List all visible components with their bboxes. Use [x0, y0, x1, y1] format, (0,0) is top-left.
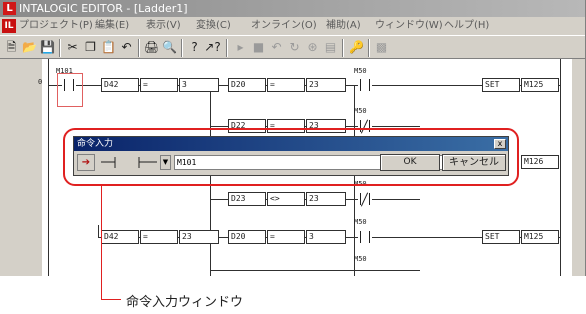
menu-auxiliary[interactable]: 補助(A) [326, 17, 361, 35]
menu-convert[interactable]: 変換(C) [196, 17, 231, 35]
screenshot: L INTALOGIC EDITOR - [Ladder1] IL プロジェクト… [0, 0, 586, 314]
compare-cell[interactable]: 3 [179, 78, 219, 92]
contact-label: M50 [354, 67, 367, 75]
compare-cell[interactable]: D23 [228, 192, 266, 206]
highlight-outline [63, 128, 519, 186]
compare-cell[interactable]: = [140, 78, 178, 92]
compare-cell[interactable]: D20 [228, 78, 266, 92]
compare-cell[interactable]: 23 [179, 230, 219, 244]
undo-icon[interactable]: ↶ [118, 39, 135, 56]
no-contact-icon[interactable] [358, 231, 372, 243]
callout-line [101, 299, 121, 300]
coil-device[interactable]: M125 [521, 78, 559, 92]
cut-icon[interactable]: ✂ [64, 39, 81, 56]
menu-edit[interactable]: 編集(E) [95, 17, 129, 35]
contact-label: M50 [354, 255, 367, 263]
window-title: INTALOGIC EDITOR - [Ladder1] [19, 2, 188, 15]
monitor-icon[interactable]: ↻ [286, 39, 303, 56]
toolbar: 🗎 📂 💾 ✂ ❐ 📋 ↶ 🖨 🔍 ? ↗? ▸ ■ ↶ ↻ ⊛ ▤ 🔑 ▩ [0, 35, 585, 59]
branch-line [98, 225, 99, 238]
callout-label: 命令入力ウィンドウ [126, 295, 244, 310]
toolbar-separator [138, 39, 140, 57]
ladder-gutter [0, 59, 42, 276]
print-icon[interactable]: 🖨 [143, 39, 160, 56]
no-contact-icon[interactable] [358, 79, 372, 91]
compare-cell[interactable]: D42 [101, 230, 139, 244]
save-icon[interactable]: 💾 [39, 39, 56, 56]
step-number: 0 [38, 78, 43, 86]
toolbar-separator [59, 39, 61, 57]
contact-label: M50 [354, 107, 367, 115]
contact-label: M50 [354, 218, 367, 226]
menu-online[interactable]: オンライン(O) [251, 17, 317, 35]
menu-view[interactable]: 表示(V) [146, 17, 181, 35]
copy-icon[interactable]: ❐ [82, 39, 99, 56]
compare-cell[interactable]: D42 [101, 78, 139, 92]
compare-icon[interactable]: ⊛ [304, 39, 321, 56]
toolbar-separator [368, 39, 370, 57]
toolbar-separator [342, 39, 344, 57]
new-file-icon[interactable]: 🗎 [3, 39, 20, 56]
coil-device[interactable]: M126 [521, 155, 559, 169]
document-icon[interactable]: IL [2, 19, 16, 33]
title-bar: L INTALOGIC EDITOR - [Ladder1] [0, 0, 585, 17]
nc-contact-icon[interactable] [358, 192, 372, 207]
compare-cell[interactable]: = [140, 230, 178, 244]
toolbar-separator [226, 39, 228, 57]
step-icon[interactable]: ↶ [268, 39, 285, 56]
window-icon[interactable]: ▩ [373, 39, 390, 56]
context-help-icon[interactable]: ↗? [204, 39, 221, 56]
compare-cell[interactable]: = [267, 78, 305, 92]
callout-line [101, 186, 102, 300]
compare-cell[interactable]: <> [267, 192, 305, 206]
key-icon[interactable]: 🔑 [348, 39, 365, 56]
app-logo-icon: L [3, 2, 16, 15]
print-preview-icon[interactable]: 🔍 [161, 39, 178, 56]
toolbar-separator [181, 39, 183, 57]
menu-project[interactable]: プロジェクト(P) [19, 17, 93, 35]
right-power-rail [560, 59, 561, 276]
help-icon[interactable]: ? [186, 39, 203, 56]
coil-device[interactable]: M125 [521, 230, 559, 244]
open-folder-icon[interactable]: 📂 [21, 39, 38, 56]
compare-cell[interactable]: = [267, 230, 305, 244]
compare-cell[interactable]: D20 [228, 230, 266, 244]
compare-cell[interactable]: 23 [306, 192, 346, 206]
compare-cell[interactable]: 23 [306, 78, 346, 92]
menu-window[interactable]: ウィンドウ(W) [375, 17, 443, 35]
menu-help[interactable]: ヘルプ(H) [444, 17, 489, 35]
list-icon[interactable]: ▤ [322, 39, 339, 56]
run-icon[interactable]: ▸ [232, 39, 249, 56]
menu-bar: IL プロジェクト(P) 編集(E) 表示(V) 変換(C) オンライン(O) … [0, 17, 585, 35]
rung-line [210, 270, 420, 271]
stop-icon[interactable]: ■ [250, 39, 267, 56]
coil-instruction[interactable]: SET [482, 230, 520, 244]
compare-cell[interactable]: 3 [306, 230, 346, 244]
left-power-rail [48, 59, 49, 276]
ladder-cursor [57, 73, 83, 107]
coil-instruction[interactable]: SET [482, 78, 520, 92]
paste-icon[interactable]: 📋 [100, 39, 117, 56]
